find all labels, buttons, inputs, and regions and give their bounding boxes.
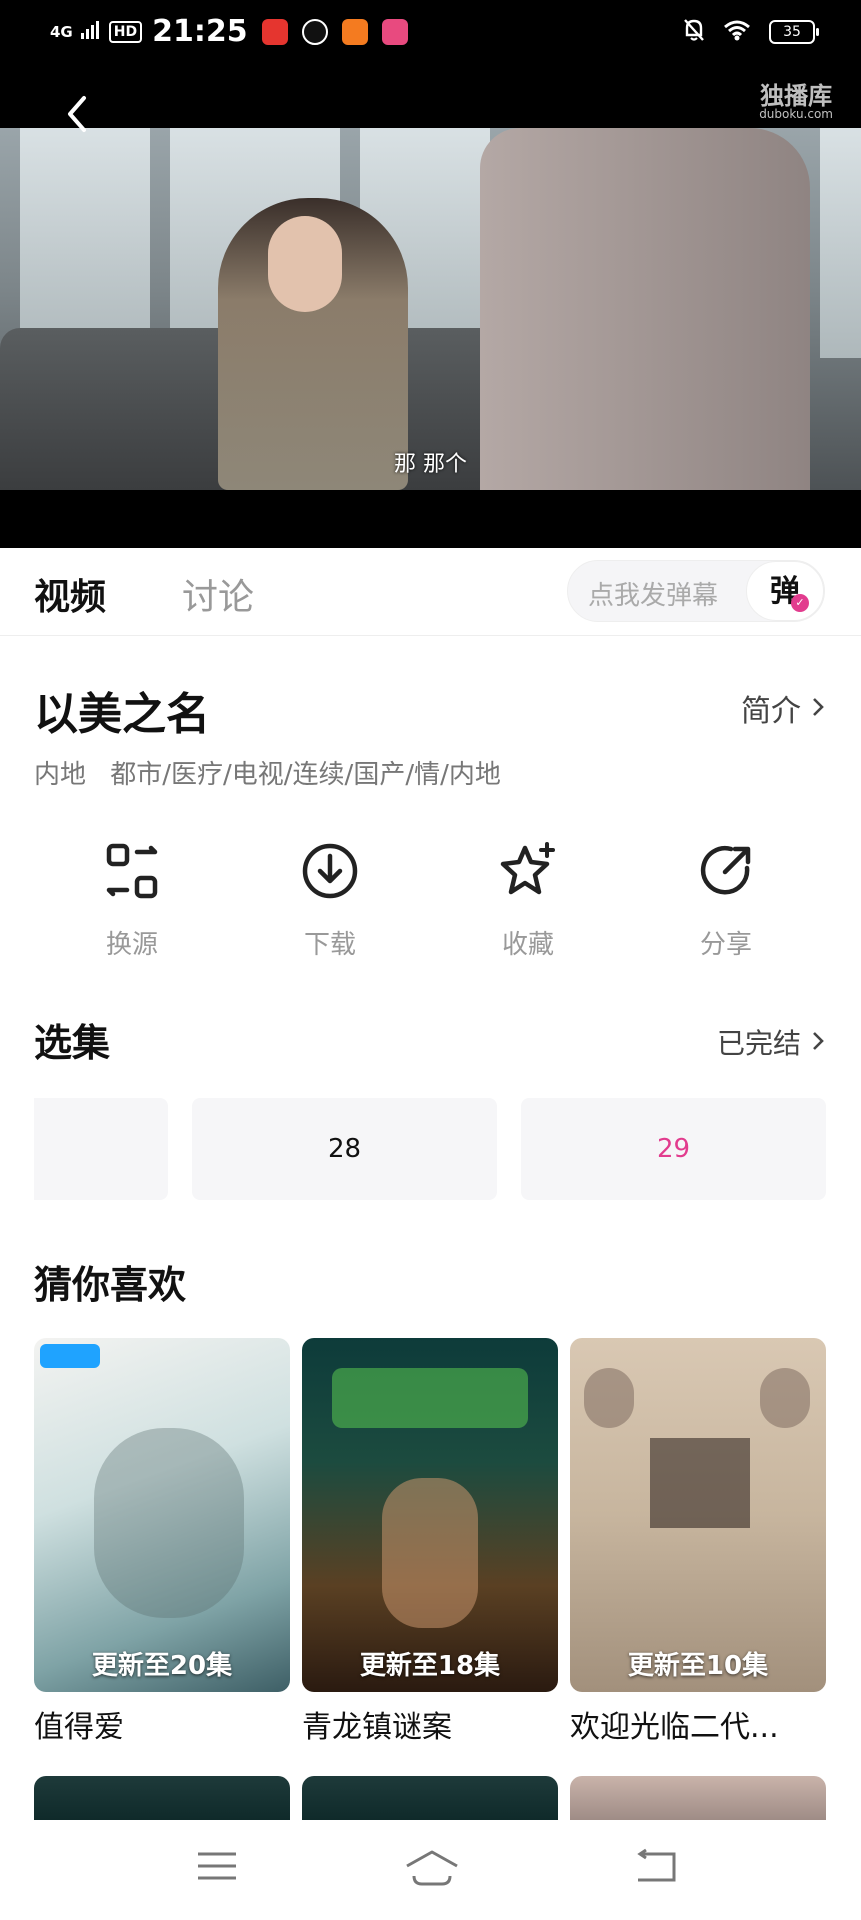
signal-icon bbox=[80, 20, 101, 43]
episodes-title: 选集 bbox=[34, 1021, 111, 1065]
platform-logo bbox=[40, 1344, 100, 1368]
app-notification-icon bbox=[381, 18, 408, 45]
danmu-toggle-button[interactable]: 弹 ✓ bbox=[746, 561, 824, 621]
update-badge: 更新至18集 bbox=[359, 1651, 501, 1681]
favorite-button[interactable]: 收藏 bbox=[468, 840, 588, 961]
intro-link[interactable]: 简介 bbox=[741, 686, 825, 730]
video-player[interactable]: 独播库 duboku.com 那 那个 bbox=[0, 64, 861, 548]
chevron-right-icon bbox=[811, 691, 825, 726]
action-label: 收藏 bbox=[501, 930, 554, 960]
app-notification-icon bbox=[261, 18, 288, 45]
network-indicator: 4G bbox=[50, 22, 73, 41]
share-icon bbox=[700, 846, 751, 895]
status-bar: 4G HD 21:25 35 bbox=[0, 0, 861, 64]
home-icon[interactable] bbox=[404, 1848, 460, 1892]
recommend-card[interactable]: 更新至10集 欢迎光临二代... bbox=[570, 1338, 826, 1746]
favorite-star-icon bbox=[500, 842, 555, 895]
poster-image: 更新至18集 bbox=[302, 1338, 558, 1692]
recommend-card-partial[interactable] bbox=[302, 1776, 558, 1820]
download-icon bbox=[302, 843, 358, 899]
recommend-card[interactable]: 更新至20集 值得爱 bbox=[34, 1338, 290, 1746]
region-tag: 内地 bbox=[34, 760, 87, 790]
video-watermark: 独播库 duboku.com bbox=[759, 82, 833, 121]
recommend-card-title: 值得爱 bbox=[34, 1710, 124, 1745]
action-label: 换源 bbox=[105, 930, 158, 960]
update-badge: 更新至20集 bbox=[91, 1651, 233, 1681]
recommend-title: 猜你喜欢 bbox=[34, 1263, 187, 1307]
system-nav-bar bbox=[0, 1820, 861, 1920]
tab-discussion[interactable]: 讨论 bbox=[182, 568, 254, 620]
back-icon[interactable] bbox=[634, 1848, 678, 1890]
video-subtitle: 那 那个 bbox=[394, 452, 467, 477]
action-label: 下载 bbox=[303, 930, 356, 960]
show-title: 以美之名 bbox=[34, 689, 210, 740]
clock: 21:25 bbox=[152, 14, 248, 49]
mute-bell-icon bbox=[683, 18, 705, 46]
update-badge: 更新至10集 bbox=[627, 1651, 769, 1681]
poster-image: 更新至10集 bbox=[570, 1338, 826, 1692]
recommend-card-title: 欢迎光临二代... bbox=[570, 1710, 779, 1745]
action-bar: 换源 下载 收藏 分享 bbox=[0, 840, 861, 960]
check-icon: ✓ bbox=[791, 594, 809, 612]
danmu-placeholder: 点我发弹幕 bbox=[588, 581, 719, 611]
recommend-card-title: 青龙镇谜案 bbox=[302, 1710, 452, 1745]
battery-indicator: 35 bbox=[769, 20, 819, 44]
danmu-input[interactable]: 点我发弹幕 弹 ✓ bbox=[567, 560, 825, 622]
download-button[interactable]: 下载 bbox=[270, 840, 390, 961]
menu-icon[interactable] bbox=[196, 1848, 238, 1888]
app-notification-icon bbox=[341, 18, 368, 45]
back-arrow-icon[interactable] bbox=[62, 94, 92, 134]
poster-image: 更新至20集 bbox=[34, 1338, 290, 1692]
episodes-status-link[interactable]: 已完结 bbox=[717, 1022, 825, 1062]
recommend-card[interactable]: 更新至18集 青龙镇谜案 bbox=[302, 1338, 558, 1746]
hd-badge: HD bbox=[108, 20, 143, 43]
episode-item[interactable] bbox=[34, 1098, 168, 1200]
switch-source-icon bbox=[106, 843, 158, 899]
genre-tags: 都市/医疗/电视/连续/国产/情/内地 bbox=[110, 760, 501, 790]
content-tabs: 视频 讨论 点我发弹幕 弹 ✓ bbox=[0, 548, 861, 636]
episode-item-active[interactable]: 29 bbox=[521, 1098, 826, 1200]
switch-source-button[interactable]: 换源 bbox=[72, 840, 192, 961]
video-frame bbox=[0, 128, 861, 490]
tab-video[interactable]: 视频 bbox=[34, 568, 106, 620]
recommend-card-partial[interactable] bbox=[34, 1776, 290, 1820]
action-label: 分享 bbox=[699, 930, 752, 960]
show-tags: 内地 都市/医疗/电视/连续/国产/情/内地 bbox=[34, 754, 501, 791]
wifi-icon bbox=[723, 19, 751, 45]
recommend-card-partial[interactable] bbox=[570, 1776, 826, 1820]
app-notification-icon bbox=[301, 18, 328, 45]
share-button[interactable]: 分享 bbox=[666, 840, 786, 961]
chevron-right-icon bbox=[811, 1026, 825, 1059]
episode-item[interactable]: 28 bbox=[192, 1098, 497, 1200]
